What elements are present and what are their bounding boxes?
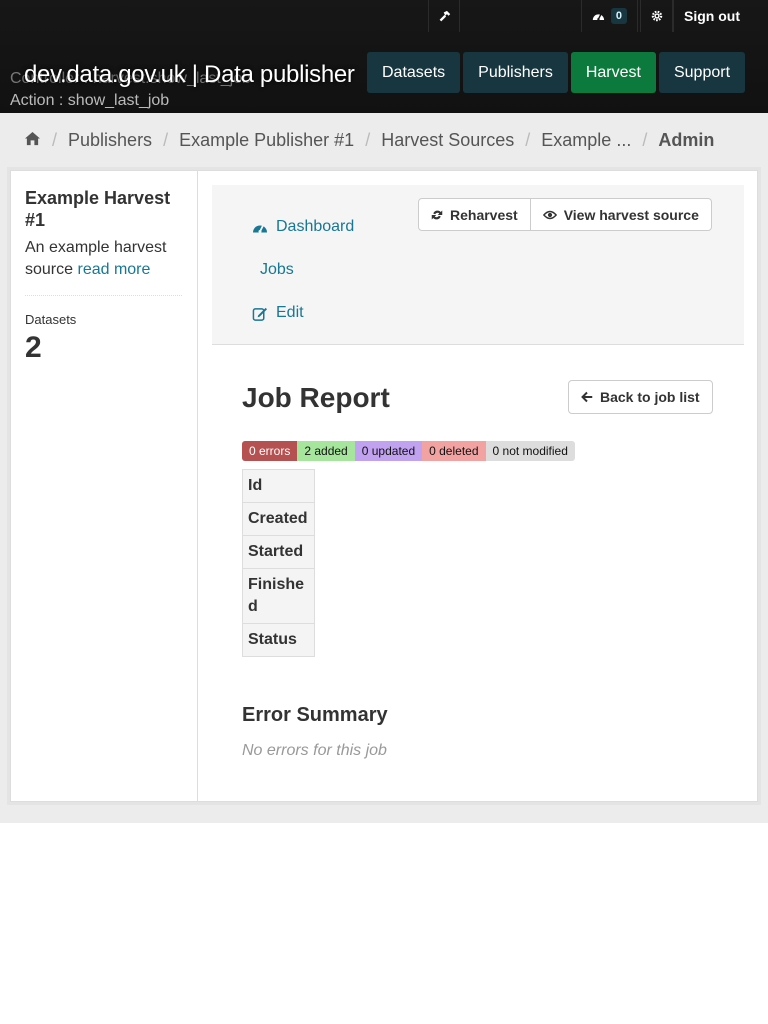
edit-icon bbox=[252, 307, 268, 321]
table-row: Created bbox=[242, 502, 315, 536]
errors-badge: 0 errors bbox=[242, 441, 298, 461]
dashboard-link[interactable]: 0 bbox=[581, 0, 638, 32]
breadcrumb-publishers[interactable]: Publishers bbox=[68, 130, 152, 151]
nav-jobs[interactable]: Jobs bbox=[260, 261, 294, 279]
harvest-source-title: Example Harvest #1 bbox=[25, 188, 171, 230]
added-badge: 2 added bbox=[297, 441, 355, 461]
back-to-job-list-label: Back to job list bbox=[600, 389, 700, 405]
nav-jobs-label: Jobs bbox=[260, 261, 294, 278]
refresh-icon bbox=[431, 210, 443, 219]
eye-icon bbox=[542, 210, 557, 219]
not-modified-badge: 0 not modified bbox=[485, 441, 575, 461]
deleted-badge: 0 deleted bbox=[422, 441, 486, 461]
breadcrumb-separator: / bbox=[525, 130, 531, 150]
action-button-group: Reharvest View harvest source bbox=[418, 198, 712, 231]
no-errors-text: No errors for this job bbox=[242, 742, 387, 759]
sign-out-link[interactable]: Sign out bbox=[673, 0, 768, 32]
masthead: Controller : harvest.show_last_job Actio… bbox=[0, 0, 768, 113]
breadcrumb-publisher[interactable]: Example Publisher #1 bbox=[179, 130, 354, 151]
breadcrumb: / Publishers / Example Publisher #1 / Ha… bbox=[24, 130, 714, 151]
nav-dashboard-label: Dashboard bbox=[276, 218, 355, 235]
harvest-source-description: An example harvest source read more bbox=[25, 237, 185, 281]
site-title[interactable]: dev.data.gov.uk | Data publisher bbox=[24, 61, 355, 89]
nav-publishers[interactable]: Publishers bbox=[463, 52, 568, 93]
nav-dashboard[interactable]: Dashboard bbox=[252, 218, 354, 236]
error-summary-title: Error Summary bbox=[242, 704, 388, 726]
arrow-left-icon bbox=[581, 391, 593, 403]
content-wrapper: Example Harvest #1 An example harvest so… bbox=[10, 170, 758, 802]
table-row: Finished bbox=[242, 568, 315, 624]
table-header-started: Started bbox=[242, 535, 315, 569]
table-header-finished: Finished bbox=[242, 568, 315, 624]
table-header-id: Id bbox=[242, 469, 315, 503]
dashboard-count-badge: 0 bbox=[610, 8, 627, 24]
reharvest-label: Reharvest bbox=[450, 206, 518, 223]
datasets-stat-value: 2 bbox=[25, 331, 42, 364]
debug-action: Action : show_last_job bbox=[10, 92, 170, 109]
updated-badge: 0 updated bbox=[354, 441, 423, 461]
gear-icon bbox=[651, 10, 662, 22]
breadcrumb-harvest-sources[interactable]: Harvest Sources bbox=[381, 130, 514, 151]
dashboard-icon bbox=[253, 224, 267, 233]
main-nav: Datasets Publishers Harvest Support bbox=[367, 52, 746, 93]
sidebar-divider-line bbox=[25, 295, 182, 296]
page-title: Job Report bbox=[242, 382, 390, 413]
back-to-job-list-button[interactable]: Back to job list bbox=[568, 380, 713, 414]
read-more-link[interactable]: read more bbox=[77, 261, 150, 278]
job-details-table: Id Created Started Finished Status bbox=[242, 469, 315, 657]
breadcrumb-separator: / bbox=[163, 130, 169, 150]
view-harvest-source-label: View harvest source bbox=[563, 206, 699, 223]
settings-link[interactable] bbox=[640, 0, 673, 32]
table-row: Started bbox=[242, 535, 315, 569]
dashboard-icon bbox=[592, 14, 605, 21]
reharvest-button[interactable]: Reharvest bbox=[418, 198, 531, 231]
breadcrumb-separator: / bbox=[365, 130, 371, 150]
hammer-icon bbox=[439, 10, 450, 21]
datasets-stat-label: Datasets bbox=[25, 312, 77, 327]
nav-support[interactable]: Support bbox=[658, 52, 746, 93]
table-header-created: Created bbox=[242, 502, 315, 536]
nav-harvest[interactable]: Harvest bbox=[570, 52, 656, 93]
actions-panel: Dashboard Jobs Edit Reharvest View harve… bbox=[212, 185, 744, 345]
table-row: Status bbox=[242, 623, 315, 657]
breadcrumb-admin[interactable]: Admin bbox=[658, 130, 714, 151]
sysadmin-link[interactable] bbox=[428, 0, 460, 32]
nav-edit[interactable]: Edit bbox=[252, 304, 304, 322]
job-status-badges: 0 errors 2 added 0 updated 0 deleted 0 n… bbox=[242, 441, 575, 461]
home-icon[interactable] bbox=[24, 131, 41, 151]
breadcrumb-source[interactable]: Example ... bbox=[541, 130, 631, 151]
table-row: Id bbox=[242, 469, 315, 503]
breadcrumb-separator: / bbox=[52, 130, 58, 150]
view-harvest-source-button[interactable]: View harvest source bbox=[530, 198, 712, 231]
table-header-status: Status bbox=[242, 623, 315, 657]
nav-edit-label: Edit bbox=[276, 304, 304, 321]
breadcrumb-separator: / bbox=[642, 130, 648, 150]
nav-datasets[interactable]: Datasets bbox=[367, 52, 461, 93]
sidebar-divider bbox=[197, 171, 198, 801]
